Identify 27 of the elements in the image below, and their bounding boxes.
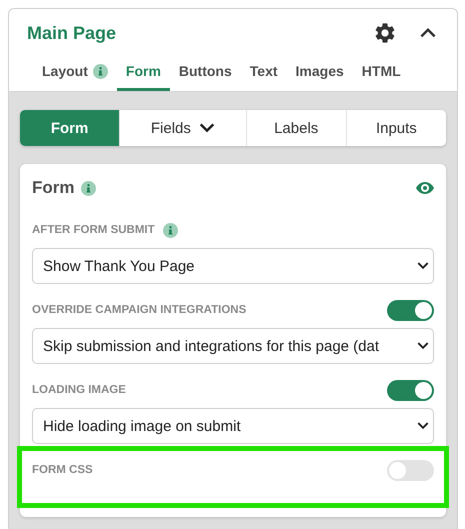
- tab[interactable]: HTML: [352, 57, 410, 91]
- dropdown-field[interactable]: Show Thank You Page: [32, 248, 434, 284]
- tab[interactable]: Layout: [33, 57, 117, 91]
- settings-icon[interactable]: [373, 21, 397, 45]
- toggle-switch[interactable]: [387, 380, 434, 400]
- chevron-down-icon: [198, 123, 215, 133]
- segment-button[interactable]: Form: [20, 110, 120, 146]
- eye-icon[interactable]: [416, 182, 434, 194]
- segment-button[interactable]: Fields: [119, 110, 246, 146]
- field-label: OVERRIDE CAMPAIGN INTEGRATIONS: [32, 304, 246, 316]
- card-title: Form: [32, 178, 74, 198]
- tab[interactable]: Images: [286, 57, 353, 91]
- dropdown-field[interactable]: Skip submission and integrations for this page (dat: [32, 328, 434, 364]
- field-label: AFTER FORM SUBMIT: [32, 224, 155, 236]
- chevron-down-icon: [417, 342, 429, 350]
- toggle-switch[interactable]: [387, 460, 434, 480]
- segment-button[interactable]: Inputs: [346, 110, 446, 146]
- chevron-down-icon: [417, 422, 429, 430]
- tab[interactable]: Buttons: [170, 57, 241, 91]
- field-label: LOADING IMAGE: [32, 384, 126, 396]
- segment-button[interactable]: Labels: [246, 110, 346, 146]
- toggle-switch[interactable]: [387, 300, 434, 320]
- page-title: Main Page: [27, 22, 118, 44]
- tab[interactable]: Text: [240, 57, 287, 91]
- dropdown-field[interactable]: Hide loading image on submit: [32, 408, 434, 444]
- field-label: FORM CSS: [32, 464, 93, 476]
- chevron-down-icon: [417, 262, 429, 270]
